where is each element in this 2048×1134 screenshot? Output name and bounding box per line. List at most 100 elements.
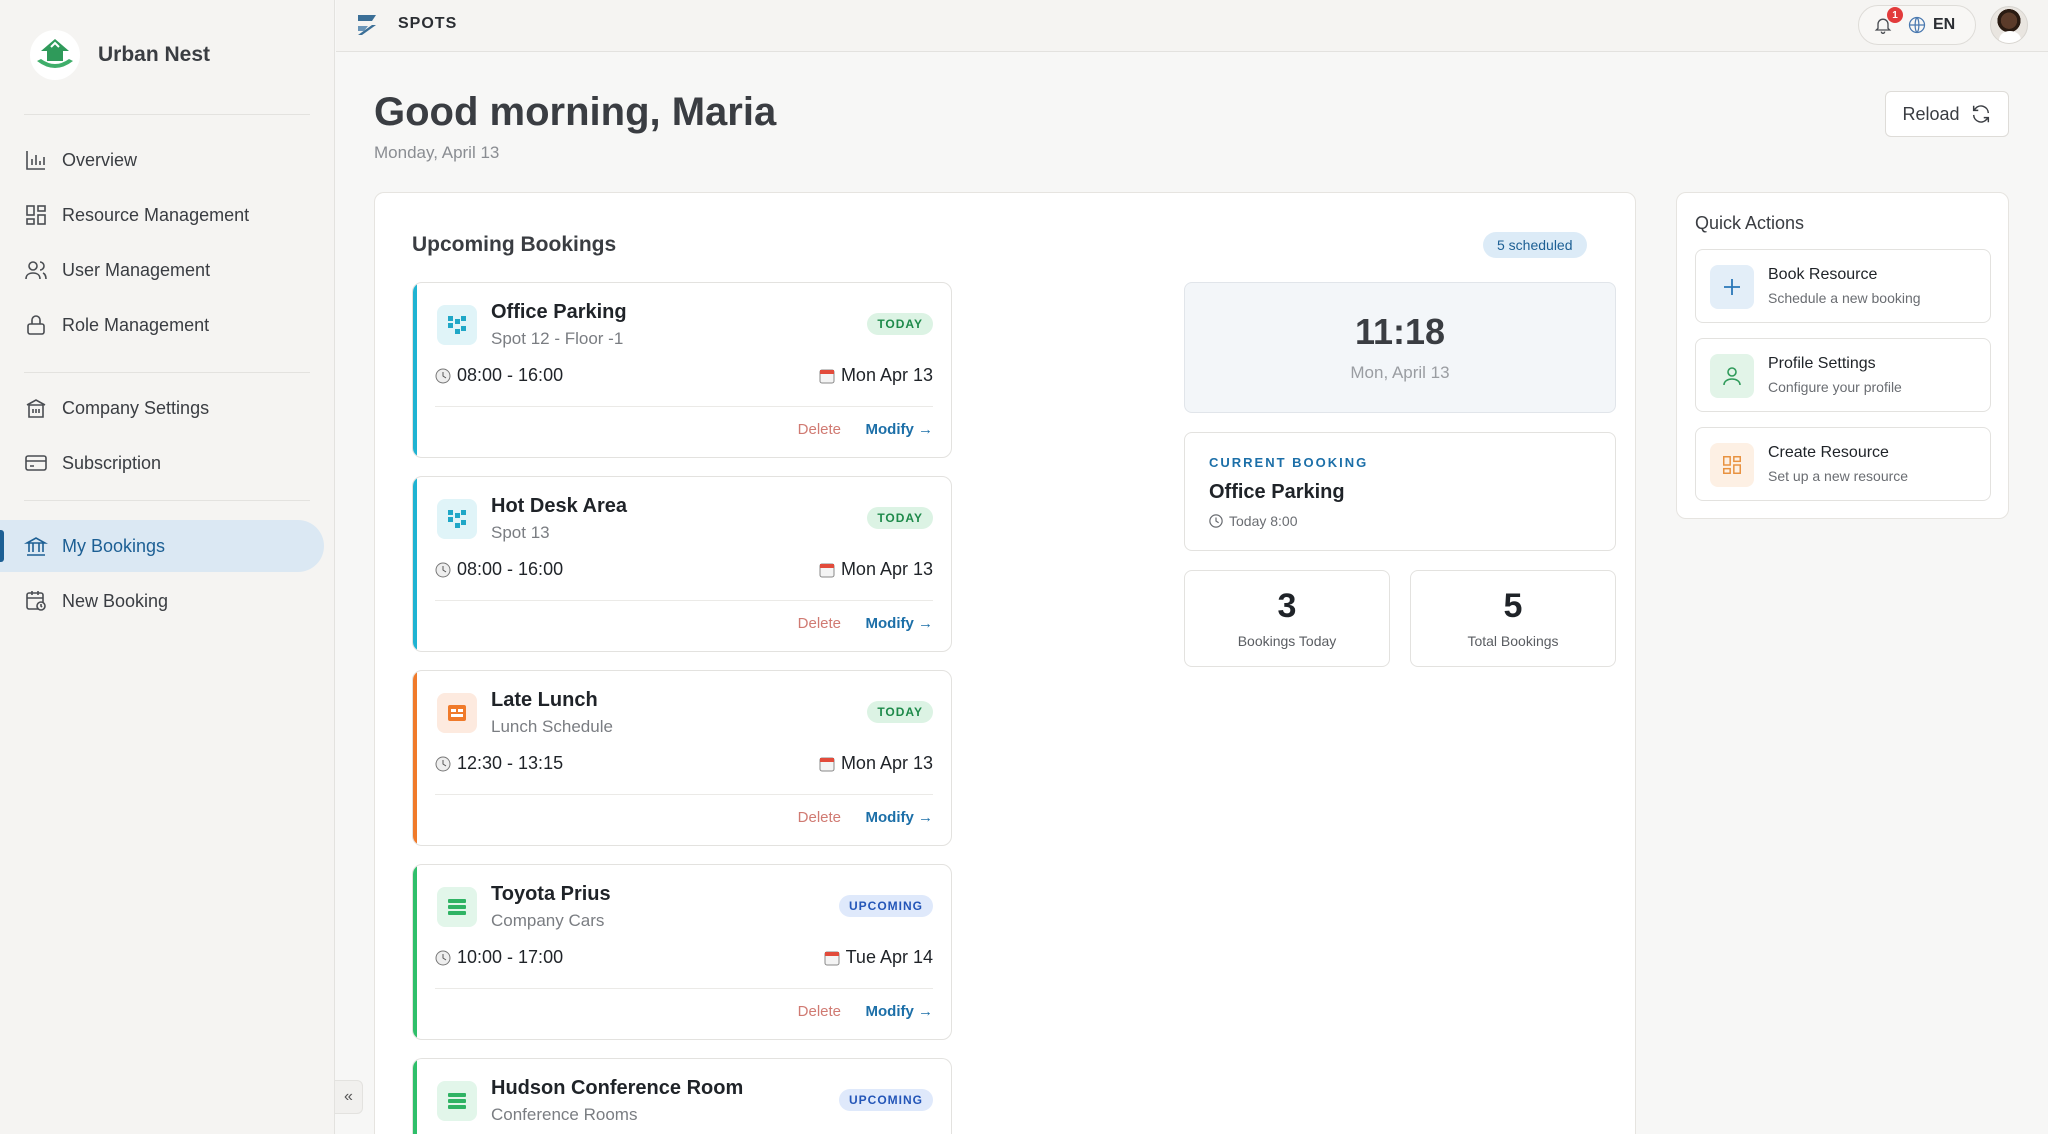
booking-accent-bar: [413, 283, 417, 457]
clock-icon: [435, 562, 451, 577]
quick-action-desc: Configure your profile: [1768, 379, 1902, 395]
sidebar-item-label: New Booking: [62, 590, 169, 611]
booking-accent-bar: [413, 1059, 417, 1134]
status-badge: TODAY: [867, 701, 933, 723]
modify-button[interactable]: Modify →: [866, 421, 934, 438]
clock-date: Mon, April 13: [1350, 363, 1450, 382]
sidebar-item-my-bookings[interactable]: My Bookings: [0, 520, 324, 572]
quick-actions-panel: Quick Actions Book Resource Schedule a n…: [1676, 192, 2009, 519]
modify-button[interactable]: Modify →: [866, 809, 934, 826]
divider: [435, 600, 933, 601]
sidebar-item-subscription[interactable]: Subscription: [0, 437, 324, 489]
booking-subtitle: Spot 13: [491, 523, 550, 542]
car-list-icon: [437, 887, 477, 927]
booking-card[interactable]: Hudson Conference Room Conference Rooms …: [412, 1058, 952, 1134]
status-badge: UPCOMING: [839, 1089, 933, 1111]
reload-button[interactable]: Reload: [1885, 91, 2009, 137]
sidebar-item-overview[interactable]: Overview: [0, 134, 324, 186]
quick-action-name: Book Resource: [1768, 266, 1878, 283]
sidebar: Urban Nest Overview Resource Management …: [0, 0, 335, 1134]
globe-icon: [1908, 16, 1926, 34]
booking-subtitle: Conference Rooms: [491, 1105, 638, 1124]
calendar-clock-icon: [26, 591, 46, 611]
language-selector[interactable]: EN: [1933, 16, 1955, 34]
building-icon: [26, 399, 46, 418]
sidebar-item-label: User Management: [62, 259, 211, 280]
bank-icon: [24, 537, 48, 556]
stat-card-total-bookings: 5 Total Bookings: [1410, 570, 1616, 667]
sidebar-item-label: Overview: [62, 149, 138, 170]
booking-subtitle: Spot 12 - Floor -1: [491, 329, 624, 348]
current-booking-time: Today 8:00: [1209, 513, 1298, 529]
booking-card[interactable]: Office Parking Spot 12 - Floor -1 TODAY …: [412, 282, 952, 458]
brand[interactable]: Urban Nest: [30, 30, 210, 80]
brand-logo-icon: [30, 30, 80, 80]
quick-action-create-resource[interactable]: Create Resource Set up a new resource: [1695, 427, 1991, 501]
sidebar-item-resource-management[interactable]: Resource Management: [0, 189, 324, 241]
delete-button[interactable]: Delete: [798, 1003, 841, 1020]
modify-button[interactable]: Modify →: [866, 1003, 934, 1020]
delete-button[interactable]: Delete: [798, 615, 841, 632]
section-title: Upcoming Bookings: [412, 233, 617, 256]
status-badge: UPCOMING: [839, 895, 933, 917]
booking-accent-bar: [413, 671, 417, 845]
divider: [435, 794, 933, 795]
sidebar-item-user-management[interactable]: User Management: [0, 244, 324, 296]
booking-date-text: Tue Apr 14: [845, 947, 933, 967]
booking-date-text: Mon Apr 13: [840, 365, 933, 385]
booking-title: Office Parking: [491, 301, 627, 323]
sidebar-item-role-management[interactable]: Role Management: [0, 299, 324, 351]
app-logo-icon: [354, 13, 380, 42]
card-icon: [25, 455, 47, 471]
quick-action-name: Profile Settings: [1768, 355, 1876, 372]
calendar-icon: [819, 369, 835, 383]
booking-card[interactable]: Hot Desk Area Spot 13 TODAY 08:00 - 16:0…: [412, 476, 952, 652]
quick-action-profile-settings[interactable]: Profile Settings Configure your profile: [1695, 338, 1991, 412]
plus-icon: [1710, 265, 1754, 309]
booking-time-text: 12:30 - 13:15: [457, 753, 564, 773]
booking-title: Hudson Conference Room: [491, 1077, 744, 1099]
stat-label: Bookings Today: [1237, 633, 1337, 649]
booking-date-text: Mon Apr 13: [840, 559, 933, 579]
current-booking-title: Office Parking: [1209, 481, 1345, 503]
clock-icon: [435, 950, 451, 965]
sidebar-divider: [24, 114, 310, 115]
sidebar-item-label: Company Settings: [62, 397, 210, 418]
top-actions-pill: 1 EN: [1858, 5, 1976, 45]
quick-action-book-resource[interactable]: Book Resource Schedule a new booking: [1695, 249, 1991, 323]
booking-card[interactable]: Late Lunch Lunch Schedule TODAY 12:30 - …: [412, 670, 952, 846]
clock-icon: [435, 368, 451, 383]
clock-icon: [1209, 514, 1223, 528]
booking-title: Toyota Prius: [491, 883, 611, 905]
booking-date: Tue Apr 14: [824, 947, 933, 968]
sidebar-item-company-settings[interactable]: Company Settings: [0, 382, 324, 434]
notifications-button[interactable]: 1: [1873, 7, 1903, 36]
booking-card[interactable]: Toyota Prius Company Cars UPCOMING 10:00…: [412, 864, 952, 1040]
sidebar-item-label: Resource Management: [62, 204, 250, 225]
avatar[interactable]: [1990, 6, 2028, 44]
grid-icon: [26, 205, 46, 225]
divider: [435, 988, 933, 989]
sidebar-collapse-button[interactable]: «: [335, 1080, 363, 1114]
person-icon: [1710, 354, 1754, 398]
current-booking-label: CURRENT BOOKING: [1209, 455, 1369, 470]
booking-date: Mon Apr 13: [819, 753, 933, 774]
stat-value: 5: [1503, 587, 1523, 625]
sidebar-item-label: Subscription: [62, 452, 162, 473]
booking-date: Mon Apr 13: [819, 365, 933, 386]
delete-button[interactable]: Delete: [798, 809, 841, 826]
booking-time: 08:00 - 16:00: [435, 559, 563, 580]
calendar-icon: [819, 563, 835, 577]
booking-date-text: Mon Apr 13: [840, 753, 933, 773]
current-booking-time-text: Today 8:00: [1229, 513, 1298, 529]
booking-time-text: 08:00 - 16:00: [457, 559, 564, 579]
desk-grid-icon: [437, 499, 477, 539]
page-date: Monday, April 13: [374, 143, 500, 162]
delete-button[interactable]: Delete: [798, 421, 841, 438]
booking-time-text: 08:00 - 16:00: [457, 365, 564, 385]
modify-button[interactable]: Modify →: [866, 615, 934, 632]
chart-icon: [26, 151, 45, 170]
booking-subtitle: Company Cars: [491, 911, 605, 930]
sidebar-item-new-booking[interactable]: New Booking: [0, 575, 324, 627]
current-booking-card[interactable]: CURRENT BOOKING Office Parking Today 8:0…: [1184, 432, 1616, 551]
